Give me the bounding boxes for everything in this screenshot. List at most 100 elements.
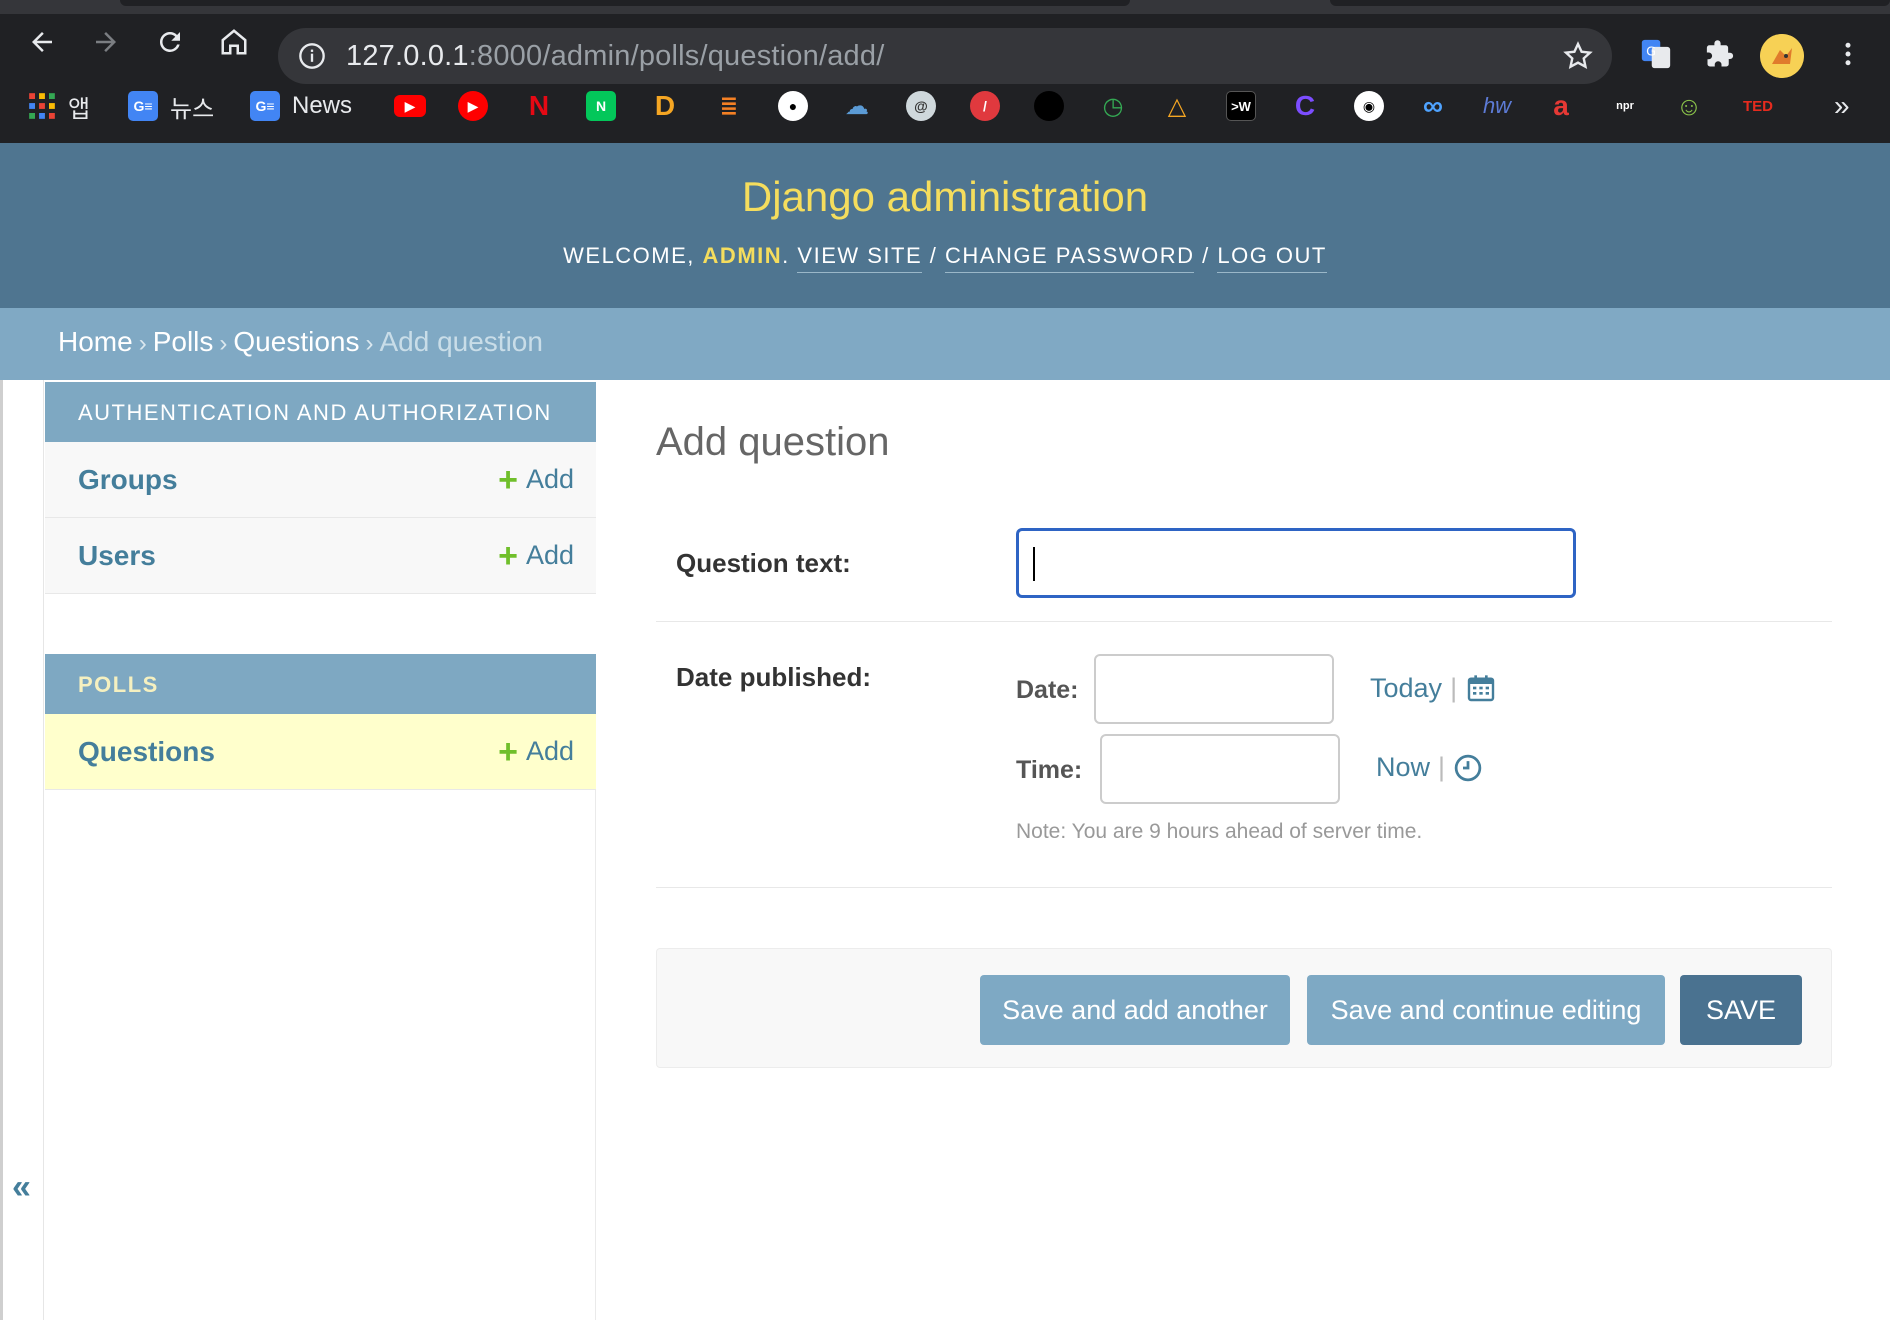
bookmark-triangle[interactable]: △	[1162, 80, 1192, 132]
clock-icon[interactable]	[1453, 753, 1483, 783]
bookmark-apps[interactable]: 앱	[28, 80, 90, 132]
forward-button[interactable]	[84, 20, 128, 64]
bookmark-d[interactable]: D	[650, 80, 680, 132]
page-title: Add question	[656, 420, 890, 464]
breadcrumb-questions[interactable]: Questions	[233, 326, 359, 357]
view-site-link[interactable]: VIEW SITE	[797, 243, 923, 273]
kebab-menu-icon	[1845, 42, 1851, 66]
question-text-input[interactable]	[1016, 528, 1576, 598]
separator: |	[1450, 672, 1458, 703]
calendar-icon[interactable]	[1465, 672, 1497, 704]
separator: /	[929, 243, 938, 268]
plus-icon: +	[498, 460, 518, 499]
bookmark-youtube-music[interactable]: ▶	[458, 80, 488, 132]
bookmark-ted[interactable]: TED	[1738, 80, 1778, 132]
plus-icon: +	[498, 732, 518, 771]
bookmark-label: 앱	[68, 95, 91, 123]
ball-icon: /	[970, 91, 1000, 121]
bookmark-a[interactable]: a	[1546, 80, 1576, 132]
site-branding[interactable]: Django administration	[0, 173, 1890, 221]
model-link-questions[interactable]: Questions	[78, 736, 215, 768]
add-label: Add	[525, 736, 574, 766]
breadcrumb-current: Add question	[379, 326, 543, 357]
npr-icon: npr	[1616, 100, 1634, 112]
bookmark-youtube[interactable]: ▶	[394, 80, 426, 132]
toolbar: 127.0.0.1:8000/admin/polls/question/add/…	[0, 14, 1890, 84]
c-icon: C	[1294, 90, 1316, 121]
bookmark-ball[interactable]: /	[970, 80, 1000, 132]
model-link-users[interactable]: Users	[78, 540, 156, 572]
ninja-icon: ◉	[1354, 91, 1384, 121]
bookmark-stackoverflow[interactable]: ≣	[714, 80, 744, 132]
google-news-icon: G≡	[250, 91, 280, 121]
sidebar-empty-area	[45, 790, 596, 1320]
bookmark-clock[interactable]: ◷	[1098, 80, 1128, 132]
time-shortcuts: Now |	[1376, 752, 1483, 783]
welcome-text: WELCOME,	[563, 243, 695, 268]
bookmark-swirl[interactable]: @	[906, 80, 936, 132]
arrow-left-icon	[32, 32, 52, 52]
bookmark-npr[interactable]: npr	[1610, 80, 1640, 132]
info-icon[interactable]	[298, 42, 326, 70]
today-link[interactable]: Today	[1370, 673, 1442, 704]
home-button[interactable]	[212, 20, 256, 64]
module-caption[interactable]: POLLS	[45, 654, 596, 714]
add-questions-link[interactable]: + Add	[498, 735, 574, 769]
url-text[interactable]: 127.0.0.1:8000/admin/polls/question/add/	[346, 40, 884, 73]
add-groups-link[interactable]: + Add	[498, 463, 574, 497]
bookmarks-more-button[interactable]: »	[1834, 80, 1850, 132]
model-link-groups[interactable]: Groups	[78, 464, 178, 496]
bookmark-person[interactable]: ☺	[1674, 80, 1704, 132]
address-bar[interactable]: 127.0.0.1:8000/admin/polls/question/add/	[278, 28, 1612, 84]
google-news-icon: G≡	[128, 91, 158, 121]
stackoverflow-icon: ≣	[719, 93, 739, 118]
bookmark-ninja[interactable]: ◉	[1354, 80, 1384, 132]
bookmark-circle[interactable]	[1034, 80, 1064, 132]
puzzle-icon	[1706, 40, 1734, 67]
breadcrumb-home[interactable]: Home	[58, 326, 133, 357]
back-button[interactable]	[20, 20, 64, 64]
collapse-sidebar-button[interactable]: «	[12, 1168, 31, 1207]
add-label: Add	[525, 540, 574, 570]
bookmark-netflix[interactable]: N	[524, 80, 554, 132]
star-icon[interactable]	[1562, 40, 1594, 72]
date-input[interactable]	[1094, 654, 1334, 724]
now-link[interactable]: Now	[1376, 752, 1430, 783]
reload-button[interactable]	[148, 20, 192, 64]
bookmark-infinity[interactable]: ∞	[1418, 80, 1448, 132]
bookmark-news[interactable]: G≡ News	[250, 80, 352, 132]
bookmarks-bar: 앱 G≡ 뉴스 G≡ News ▶ ▶ N N D ≣ ● ☁ @ / ◷ △ …	[0, 80, 1890, 132]
time-input[interactable]	[1100, 734, 1340, 804]
handwriting-icon: hw	[1482, 93, 1512, 118]
bookmark-cloud[interactable]: ☁	[842, 80, 872, 132]
bookmark-news-kr[interactable]: G≡ 뉴스	[128, 80, 214, 132]
naver-icon: N	[586, 91, 616, 121]
extensions-button[interactable]	[1698, 32, 1742, 76]
cloud-icon: ☁	[845, 92, 869, 120]
url-path: :8000/admin/polls/question/add/	[468, 40, 885, 72]
add-users-link[interactable]: + Add	[498, 539, 574, 573]
save-and-add-another-button[interactable]: Save and add another	[980, 975, 1290, 1045]
tab-edge[interactable]	[1330, 0, 1890, 6]
url-host: 127.0.0.1	[346, 40, 469, 72]
translate-extension[interactable]: G	[1634, 32, 1678, 76]
change-password-link[interactable]: CHANGE PASSWORD	[945, 243, 1195, 273]
bookmark-handwriting[interactable]: hw	[1482, 80, 1512, 132]
save-button[interactable]: SAVE	[1680, 975, 1802, 1045]
terminal-icon: >W	[1226, 91, 1256, 121]
bookmark-label: 뉴스	[170, 95, 215, 123]
module-caption[interactable]: AUTHENTICATION AND AUTHORIZATION	[45, 382, 596, 442]
profile-avatar[interactable]	[1760, 34, 1804, 78]
person-icon: ☺	[1675, 90, 1703, 121]
menu-button[interactable]	[1826, 32, 1870, 76]
bookmark-terminal[interactable]: >W	[1226, 80, 1256, 132]
tab-active-edge[interactable]	[120, 0, 1130, 6]
triangle-icon: △	[1167, 92, 1187, 120]
bookmark-naver[interactable]: N	[586, 80, 616, 132]
swirl-icon: @	[906, 91, 936, 121]
breadcrumb-polls[interactable]: Polls	[153, 326, 214, 357]
save-and-continue-button[interactable]: Save and continue editing	[1307, 975, 1665, 1045]
bookmark-c[interactable]: C	[1290, 80, 1320, 132]
bookmark-github[interactable]: ●	[778, 80, 808, 132]
log-out-link[interactable]: LOG OUT	[1217, 243, 1327, 273]
